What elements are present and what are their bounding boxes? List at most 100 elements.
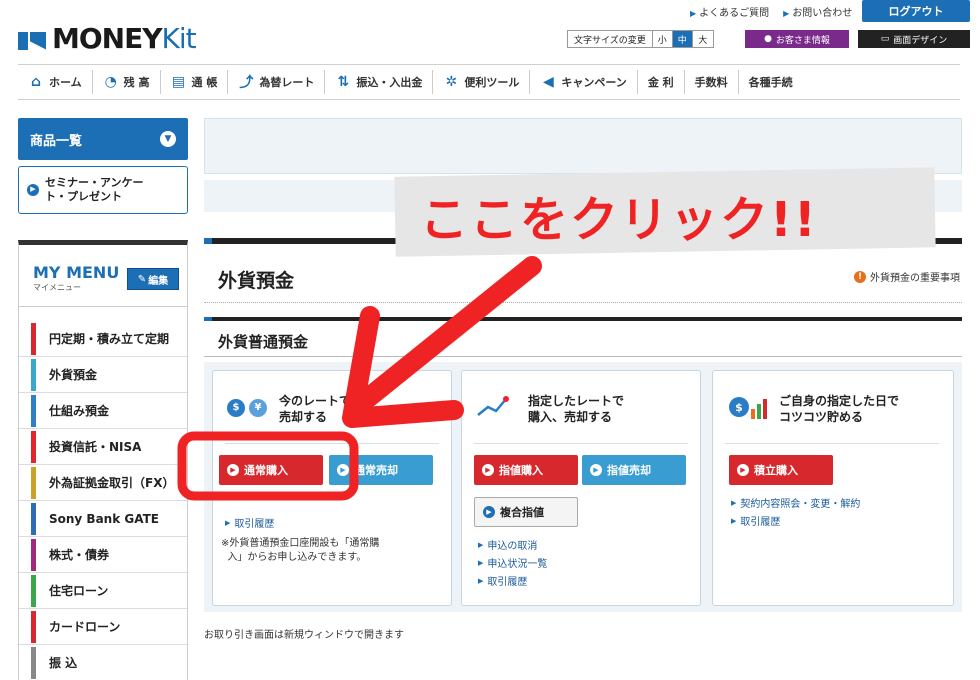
contract-inquiry-link[interactable]: 契約内容照会・変更・解約 [731, 495, 860, 510]
menu-item-transfer[interactable]: 振 込 [19, 645, 187, 680]
nav-label: 金 利 [647, 76, 674, 89]
compound-limit-label: 複合指値 [500, 506, 544, 519]
card-heading-line2: 売却する [279, 410, 328, 425]
menu-item-label: 投資信託・NISA [49, 440, 142, 454]
chevron-down-icon: ▼ [160, 131, 176, 147]
home-icon: ⌂ [30, 74, 42, 90]
trade-history-link[interactable]: 取引履歴 [731, 513, 780, 528]
gears-icon: ✲ [445, 74, 458, 90]
faq-link[interactable]: よくあるご質問 [690, 4, 769, 19]
nav-label: ホーム [49, 76, 82, 89]
menu-item-yen-deposit[interactable]: 円定期・積み立て定期 [19, 321, 187, 357]
moneykit-logo[interactable]: MONEYKit [18, 22, 197, 55]
monitor-icon: ▭ [880, 34, 890, 44]
menu-item-card-loan[interactable]: カードローン [19, 609, 187, 645]
transfer-arrows-icon: ⇅ [337, 74, 350, 90]
order-status-link[interactable]: 申込状況一覧 [478, 555, 547, 570]
nav-campaign[interactable]: ◀ キャンペーン [530, 70, 638, 94]
contract-inquiry-label: 契約内容照会・変更・解約 [740, 499, 861, 510]
menu-item-label: 株式・債券 [49, 548, 110, 562]
page-title: 外貨預金 [218, 270, 295, 292]
important-notice-link[interactable]: ! 外貨預金の重要事項 [854, 269, 960, 284]
logo-text-money: MONEY [52, 22, 163, 55]
click-here-annotation: ここをクリック!! [420, 192, 818, 248]
contact-link[interactable]: お問い合わせ [783, 4, 852, 19]
cancel-order-link[interactable]: 申込の取消 [478, 537, 537, 552]
nav-tools[interactable]: ✲ 便利ツール [433, 70, 531, 94]
nav-transfer[interactable]: ⇅ 振込・入出金 [325, 70, 434, 94]
menu-item-mortgage[interactable]: 住宅ローン [19, 573, 187, 609]
normal-buy-button[interactable]: ▶ 通常購入 [219, 455, 323, 485]
menu-item-structured-deposit[interactable]: 仕組み預金 [19, 393, 187, 429]
menu-item-label: 円定期・積み立て定期 [49, 332, 170, 346]
nav-interest[interactable]: 金 利 [638, 70, 685, 94]
currency-exchange-icon: $ ¥ [227, 393, 269, 421]
menu-item-label: Sony Bank GATE [49, 511, 159, 526]
seminar-link[interactable]: ▶ セミナー・アンケー ト・プレゼント [18, 166, 188, 214]
card-heading-line2: コツコツ貯める [779, 410, 864, 425]
order-status-label: 申込状況一覧 [487, 559, 548, 570]
person-icon: ● [764, 34, 772, 44]
normal-sell-button[interactable]: ▶ 通常売却 [329, 455, 433, 485]
megaphone-icon: ◀ [542, 74, 554, 90]
logo-mark-icon [18, 28, 48, 50]
wrench-icon: ✎ [137, 273, 147, 285]
nav-label: 為替レート [259, 76, 315, 89]
account-opening-note: ※外貨普通預金口座開設も「通常購 入」からお申し込みできます。 [221, 537, 379, 565]
note-line1: ※外貨普通預金口座開設も「通常購 [221, 538, 380, 549]
nav-balance[interactable]: ◔ 残 高 [93, 70, 161, 94]
card-spot-rate: $¥ 今のレートで売却する ▶ 通常購入 ▶ 通常売却 取引履歴 ※外貨普通預金口座… [212, 370, 452, 606]
nav-passbook[interactable]: ▤ 通 帳 [161, 70, 229, 94]
savings-bars-icon: $ [727, 393, 769, 421]
accumulation-buy-label: 積立購入 [754, 464, 798, 477]
screen-design-label: 画面デザイン [893, 35, 948, 46]
rate-chart-icon [476, 393, 518, 421]
important-notice-label: 外貨預金の重要事項 [870, 273, 960, 284]
menu-item-label: 振 込 [49, 656, 78, 670]
trade-history-link[interactable]: 取引履歴 [225, 515, 274, 530]
svg-text:$: $ [735, 401, 743, 414]
nav-fees[interactable]: 手数料 [685, 70, 739, 94]
arrow-circle-icon: ▶ [483, 506, 495, 518]
accumulation-buy-button[interactable]: ▶ 積立購入 [729, 455, 833, 485]
my-menu-edit-button[interactable]: ✎ 編集 [127, 268, 179, 290]
menu-item-sony-bank-gate[interactable]: Sony Bank GATE [19, 501, 187, 537]
screen-design-button[interactable]: ▭ 画面デザイン [858, 30, 970, 48]
logo-text-kit: Kit [161, 22, 197, 55]
arrow-circle-icon: ▶ [590, 464, 602, 476]
compound-limit-button[interactable]: ▶ 複合指値 [474, 497, 578, 527]
font-size-large[interactable]: 大 [693, 31, 713, 47]
card-accumulation: $ ご自身の指定した日でコツコツ貯める ▶ 積立購入 契約内容照会・変更・解約 取… [712, 370, 954, 606]
customer-info-button[interactable]: ● お客さま情報 [745, 30, 849, 48]
card-heading-line1: 指定したレートで [528, 394, 625, 408]
trade-history-link[interactable]: 取引履歴 [478, 573, 527, 588]
menu-item-investment-trust[interactable]: 投資信託・NISA [19, 429, 187, 465]
limit-buy-button[interactable]: ▶ 指値購入 [474, 455, 578, 485]
normal-sell-label: 通常売却 [354, 464, 398, 477]
nav-exchange-rate[interactable]: ⤴ 為替レート [228, 70, 326, 94]
card-separator [474, 443, 688, 444]
nav-procedures[interactable]: 各種手続 [739, 70, 803, 94]
font-size-small[interactable]: 小 [653, 31, 673, 47]
arrow-circle-icon: ▶ [337, 464, 349, 476]
logout-button[interactable]: ログアウト [862, 0, 970, 22]
product-list-button[interactable]: 商品一覧 ▼ [18, 118, 188, 160]
nav-label: 各種手続 [748, 76, 793, 89]
limit-sell-button[interactable]: ▶ 指値売却 [582, 455, 686, 485]
card-separator [225, 443, 439, 444]
menu-item-foreign-deposit[interactable]: 外貨預金 [19, 357, 187, 393]
title-underline [204, 302, 962, 303]
nav-home[interactable]: ⌂ ホーム [18, 70, 93, 94]
customer-info-label: お客さま情報 [775, 35, 830, 46]
menu-item-label: 仕組み預金 [49, 404, 110, 418]
global-nav: ⌂ ホーム ◔ 残 高 ▤ 通 帳 ⤴ 為替レート ⇅ 振込・入出金 ✲ 便利ツール ◀ キャ… [18, 64, 960, 100]
font-size-medium[interactable]: 中 [672, 31, 693, 47]
trade-history-label: 取引履歴 [740, 517, 781, 528]
menu-item-fx[interactable]: 外為証拠金取引（FX） [19, 465, 187, 501]
menu-item-stocks-bonds[interactable]: 株式・債券 [19, 537, 187, 573]
product-list-label: 商品一覧 [30, 133, 83, 149]
menu-item-label: 外為証拠金取引（FX） [49, 476, 175, 490]
card-separator [725, 443, 939, 444]
seminar-line1: セミナー・アンケー [45, 175, 144, 189]
pie-chart-icon: ◔ [104, 74, 117, 90]
